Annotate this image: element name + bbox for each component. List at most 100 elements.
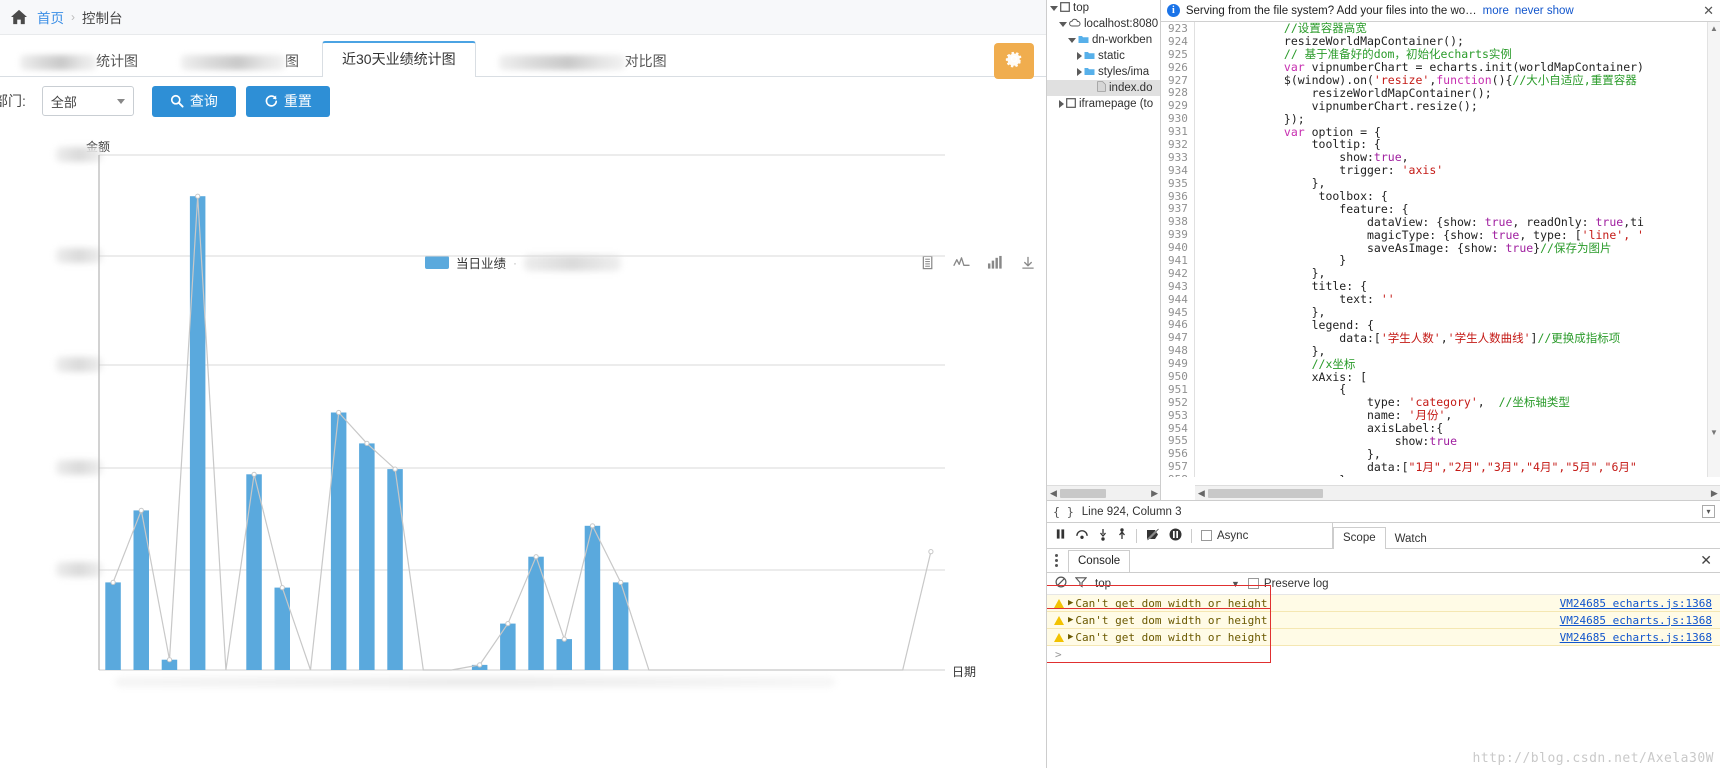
scroll-right-arrow[interactable]: ▶: [1708, 488, 1720, 499]
line-number[interactable]: 925: [1160, 47, 1195, 61]
code-line[interactable]: 936 toolbox: {: [1160, 189, 1720, 203]
console-message[interactable]: ▶ Can't get dom width or height VM24685 ec…: [1047, 629, 1720, 646]
console-message[interactable]: ▶ Can't get dom width or height VM24685 ec…: [1047, 595, 1720, 612]
console-message[interactable]: ▶ Can't get dom width or height VM24685 ec…: [1047, 612, 1720, 629]
chart-trend-point[interactable]: [505, 621, 511, 627]
chart-trend-point[interactable]: [618, 579, 624, 585]
preserve-log-checkbox[interactable]: [1247, 578, 1259, 589]
chart-trend-point[interactable]: [561, 636, 567, 642]
chart-trend-point[interactable]: [195, 193, 201, 199]
code-line[interactable]: 955 show:true: [1160, 434, 1720, 448]
navigator-hscrollbar[interactable]: ◀ ▶: [1047, 485, 1160, 500]
line-number[interactable]: 933: [1160, 150, 1195, 164]
code-line[interactable]: 937 feature: {: [1160, 202, 1720, 216]
breadcrumb-item-home[interactable]: 首页: [37, 7, 64, 27]
chart-bar[interactable]: [133, 510, 150, 670]
chart-trend-point[interactable]: [928, 549, 934, 555]
line-number[interactable]: 941: [1160, 253, 1195, 267]
line-number[interactable]: 951: [1160, 382, 1195, 396]
tab-console[interactable]: Console: [1068, 549, 1131, 572]
console-prompt[interactable]: >: [1047, 646, 1720, 662]
code-line[interactable]: 931 var option = {: [1160, 125, 1720, 139]
navigator-row-top[interactable]: top: [1047, 0, 1160, 16]
settings-gear-button[interactable]: [994, 43, 1034, 79]
tab-redacted-3[interactable]: 对比图: [479, 44, 687, 77]
code-line[interactable]: 943 title: {: [1160, 279, 1720, 293]
line-number[interactable]: 928: [1160, 86, 1195, 100]
line-number[interactable]: 923: [1160, 22, 1195, 35]
expand-arrow-icon[interactable]: ▶: [1068, 615, 1073, 625]
line-number[interactable]: 936: [1160, 189, 1195, 203]
chart-bar[interactable]: [330, 412, 347, 671]
line-number[interactable]: 930: [1160, 112, 1195, 126]
code-line[interactable]: 927 $(window).on('resize',function(){//大…: [1160, 73, 1720, 87]
line-number[interactable]: 952: [1160, 395, 1195, 409]
navigator-row-iframepage-to[interactable]: iframepage (to: [1047, 96, 1160, 112]
filter-icon[interactable]: [1074, 576, 1088, 591]
line-number[interactable]: 957: [1160, 460, 1195, 474]
code-line[interactable]: 923 //设置容器高宽: [1160, 22, 1720, 35]
kebab-menu-icon[interactable]: [1055, 554, 1058, 567]
query-button[interactable]: 查询: [151, 85, 236, 117]
chart-bar[interactable]: [387, 469, 403, 670]
line-number[interactable]: 953: [1160, 408, 1195, 422]
editor-vscrollbar[interactable]: ▲ ▼: [1707, 22, 1720, 477]
infobar-more-link[interactable]: more: [1483, 5, 1509, 17]
chart-trend-point[interactable]: [138, 507, 144, 513]
code-line[interactable]: 953 name: '月份',: [1160, 408, 1720, 422]
code-line[interactable]: 957 data:["1月","2月","3月","4月","5月","6月": [1160, 460, 1720, 474]
line-number[interactable]: 938: [1160, 215, 1195, 229]
line-number[interactable]: 943: [1160, 279, 1195, 293]
chart-bar[interactable]: [105, 582, 121, 670]
expand-arrow-icon[interactable]: ▶: [1068, 632, 1073, 642]
scrollbar-thumb[interactable]: [1059, 488, 1106, 498]
chart-trend-point[interactable]: [336, 409, 342, 416]
tab-scope[interactable]: Scope: [1333, 526, 1386, 549]
code-line[interactable]: 930 });: [1160, 112, 1720, 126]
line-number[interactable]: 940: [1160, 241, 1195, 255]
code-line[interactable]: 949 //x坐标: [1160, 357, 1720, 371]
line-number[interactable]: 947: [1160, 331, 1195, 345]
chart-bar[interactable]: [189, 196, 206, 670]
navigator-row-static[interactable]: static: [1047, 48, 1160, 64]
clear-console-icon[interactable]: [1055, 576, 1067, 591]
deactivate-breakpoints-icon[interactable]: [1146, 527, 1160, 544]
code-line[interactable]: 941 }: [1160, 253, 1720, 267]
expand-arrow-icon[interactable]: ▶: [1068, 598, 1073, 608]
console-message-source[interactable]: VM24685 echarts.js:1368: [1560, 631, 1720, 644]
code-line[interactable]: 945 },: [1160, 305, 1720, 319]
editor-hscrollbar[interactable]: ◀ ▶: [1194, 485, 1720, 500]
chart-trend-point[interactable]: [392, 466, 398, 472]
code-line[interactable]: 925 // 基于准备好的dom，初始化echarts实例: [1160, 47, 1720, 61]
chevron-right-icon[interactable]: [1077, 52, 1082, 60]
scroll-left-arrow[interactable]: ◀: [1047, 488, 1060, 499]
navigator-row-dn-workben[interactable]: dn-workben: [1047, 32, 1160, 48]
chevron-right-icon[interactable]: [1077, 68, 1082, 76]
line-number[interactable]: 956: [1160, 447, 1195, 461]
line-number[interactable]: 927: [1160, 73, 1195, 87]
code-line[interactable]: 935 },: [1160, 176, 1720, 190]
step-out-icon[interactable]: [1117, 527, 1127, 544]
line-number[interactable]: 931: [1160, 125, 1195, 139]
line-number[interactable]: 935: [1160, 176, 1195, 190]
chevron-right-icon[interactable]: [1059, 100, 1064, 108]
line-number[interactable]: 924: [1160, 34, 1195, 48]
scrollbar-thumb[interactable]: [1207, 488, 1323, 498]
scroll-up-arrow[interactable]: ▲: [1708, 24, 1720, 33]
navigator-row-localhost-8080[interactable]: localhost:8080: [1047, 16, 1160, 32]
step-into-icon[interactable]: [1098, 528, 1108, 544]
console-message-source[interactable]: VM24685 echarts.js:1368: [1560, 614, 1720, 627]
reset-button[interactable]: 重置: [245, 85, 330, 117]
line-number[interactable]: 939: [1160, 228, 1195, 242]
infobar-never-show-link[interactable]: never show: [1515, 5, 1574, 17]
code-line[interactable]: 942 },: [1160, 266, 1720, 280]
navigator-row-index-do[interactable]: index.do: [1047, 80, 1160, 96]
code-line[interactable]: 950 xAxis: [: [1160, 370, 1720, 384]
line-number[interactable]: 946: [1160, 318, 1195, 332]
line-number[interactable]: 958: [1160, 473, 1195, 477]
department-select[interactable]: 全部: [41, 86, 134, 116]
line-number[interactable]: 929: [1160, 99, 1195, 113]
chart-trend-point[interactable]: [166, 657, 173, 663]
chart-bar[interactable]: [556, 639, 573, 670]
scroll-right-arrow[interactable]: ▶: [1148, 488, 1160, 499]
